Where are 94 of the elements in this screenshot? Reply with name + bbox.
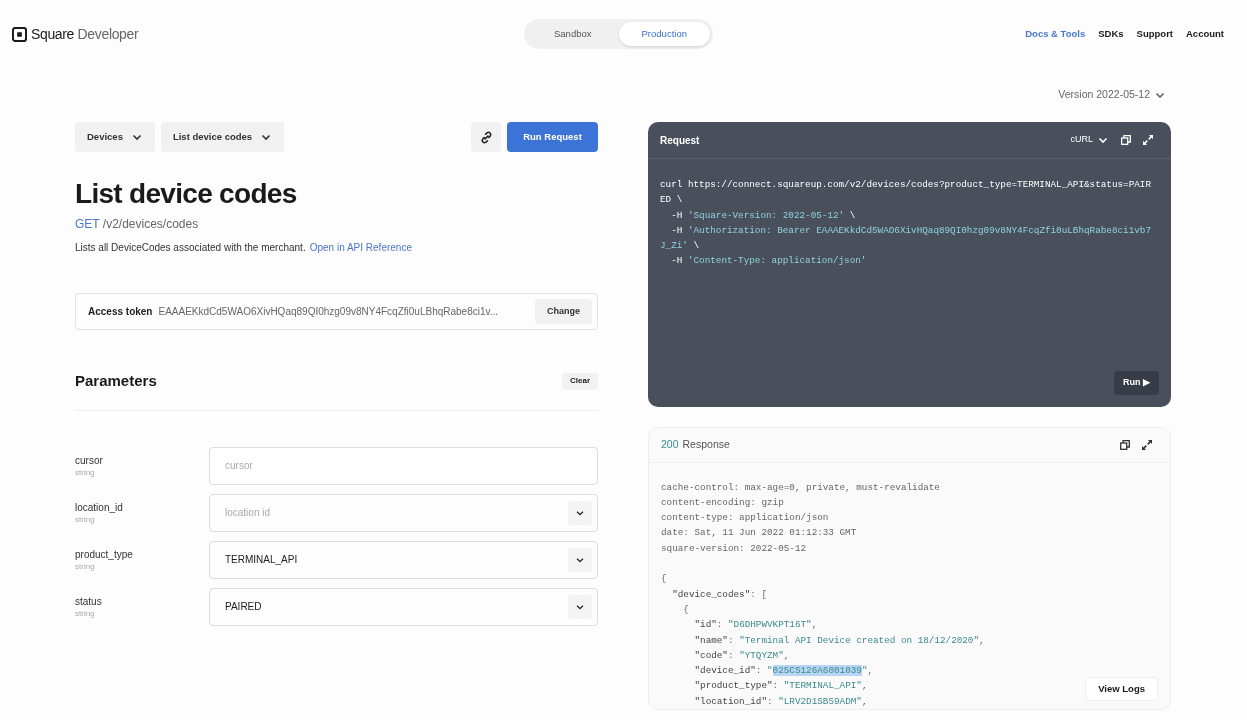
code-text: : <box>772 680 780 692</box>
select-field[interactable]: PAIRED <box>209 587 598 626</box>
link-icon <box>478 129 494 145</box>
code-text: : <box>755 665 763 677</box>
api-reference-link[interactable]: Open in API Reference <box>309 240 412 255</box>
select-value: TERMINAL_API <box>225 553 298 567</box>
code-text: -H <box>670 224 684 236</box>
description-text: Lists all DeviceCodes associated with the merchant. <box>75 241 306 255</box>
breadcrumb-dropdown[interactable]: Devices <box>75 122 155 152</box>
code-text: { <box>661 573 667 585</box>
code-text: 'Content-Type: application/json' <box>687 255 867 267</box>
code-text: date: Sat, 11 Jun 2022 01:12:33 GMT <box>661 527 857 539</box>
code-text: , <box>979 634 985 646</box>
parameter-type: string <box>75 607 96 619</box>
nav-link[interactable]: SDKs <box>1098 26 1124 42</box>
code-text: " <box>861 665 868 677</box>
select-value: PAIRED <box>225 600 262 614</box>
code-text: -H <box>670 255 684 267</box>
change-button[interactable]: Change <box>535 299 592 324</box>
language-selector[interactable]: cURL <box>1070 133 1093 147</box>
view-logs-button[interactable]: View Logs <box>1085 677 1158 701</box>
code-text: 'Authorization: Bearer EAAAEKkdCd5WAO6XivHQaq89QI0hzg09v8NY4FcqZfi0uLBhqRabe8ci1vb7 <box>687 224 1151 236</box>
link-button[interactable] <box>471 122 501 152</box>
nav-link[interactable]: Support <box>1136 26 1173 42</box>
code-text: : <box>727 649 735 661</box>
code-text: "product_type" <box>693 680 773 692</box>
code-text: "device_id" <box>693 665 756 677</box>
code-text: , <box>861 680 868 692</box>
code-text: ED \ <box>660 194 683 206</box>
code-text: "device_codes" <box>671 588 751 600</box>
clear-button[interactable]: Clear <box>562 372 598 390</box>
parameter-type: string <box>75 560 96 572</box>
code-text: : <box>767 695 774 707</box>
access-token-label: Access token <box>88 305 153 319</box>
nav-link[interactable]: Account <box>1186 26 1224 42</box>
run-button[interactable]: Run ▶ <box>1114 371 1159 395</box>
copy-icon[interactable] <box>1120 439 1130 450</box>
response-title: Response <box>682 436 730 452</box>
code-text: , <box>811 619 818 631</box>
code-text: "YTQYZM" <box>739 649 784 661</box>
expand-icon[interactable] <box>1143 135 1153 145</box>
response-status: 200 <box>661 436 679 452</box>
code-text: "code" <box>693 649 728 661</box>
code-text: \ <box>692 240 700 252</box>
code-text: -H <box>670 209 684 221</box>
select-field[interactable]: TERMINAL_API <box>209 540 598 579</box>
environment-tab[interactable]: Sandbox <box>527 22 619 46</box>
page-title: List device codes <box>75 177 298 211</box>
parameter-name: product_type <box>75 547 134 561</box>
code-text: , <box>783 649 790 661</box>
parameter-type: string <box>75 466 96 478</box>
copy-icon[interactable] <box>1121 135 1131 145</box>
code-text: cache-control: max-age=0, private, must-revalidate <box>661 481 940 493</box>
environment-tab[interactable]: Production <box>618 22 710 46</box>
code-text: "Terminal API Device created on 18/12/2020" <box>739 634 980 646</box>
access-token-value: EAAAEKkdCd5WAO6XivHQaq89QI0hzg09v8NY4FcqZfi0uLBhqRabe8ci1v... <box>158 305 499 319</box>
select-value: location id <box>225 506 271 520</box>
code-text: : <box>727 634 735 646</box>
code-text: "name" <box>693 634 728 646</box>
code-text: "id" <box>693 619 717 631</box>
code-text: : <box>716 619 724 631</box>
input-field[interactable]: cursor <box>209 446 598 485</box>
endpoint-path: /v2/devices/codes <box>102 217 199 231</box>
code-text: "LRV2D1SB59ADM" <box>778 695 862 707</box>
logo-text[interactable]: Square Developer <box>31 23 139 45</box>
request-title: Request <box>660 133 700 148</box>
http-method: GET <box>75 217 100 231</box>
code-text: " <box>767 665 773 677</box>
code-text: content-encoding: gzip <box>661 496 784 508</box>
code-text: , <box>867 665 874 677</box>
nav-link[interactable]: Docs & Tools <box>1025 26 1086 42</box>
code-text: "D6DHPWVKPT16T" <box>727 619 812 631</box>
parameter-name: status <box>75 594 103 608</box>
code-text: "location_id" <box>693 695 767 707</box>
expand-icon[interactable] <box>1142 439 1152 450</box>
code-text: "TERMINAL_API" <box>783 680 862 692</box>
code-text: square-version: 2022-05-12 <box>661 542 807 554</box>
parameters-heading: Parameters <box>75 371 157 391</box>
breadcrumb-dropdown[interactable]: List device codes <box>160 122 285 152</box>
code-text: \ <box>848 209 856 221</box>
code-text: , <box>861 695 868 707</box>
code-text: 'Square-Version: 2022-05-12' <box>687 209 845 221</box>
code-text: J_Zi' <box>660 240 688 252</box>
logo-icon <box>12 26 27 42</box>
code-text: 025CS126A6001039 <box>772 665 862 677</box>
code-text: curl https://connect.squareup.com/v2/devices/codes?product_type=TERMINAL_API&status=PAIR <box>660 179 1151 190</box>
code-text: { <box>682 603 689 615</box>
parameter-type: string <box>75 513 96 525</box>
code-text: content-type: application/json <box>661 512 829 524</box>
code-text: : [ <box>750 588 767 600</box>
parameter-name: location_id <box>75 500 124 514</box>
version-selector[interactable]: Version 2022-05-12 <box>1058 87 1150 103</box>
run-request-button[interactable]: Run Request <box>507 122 598 152</box>
parameter-name: cursor <box>75 453 104 467</box>
